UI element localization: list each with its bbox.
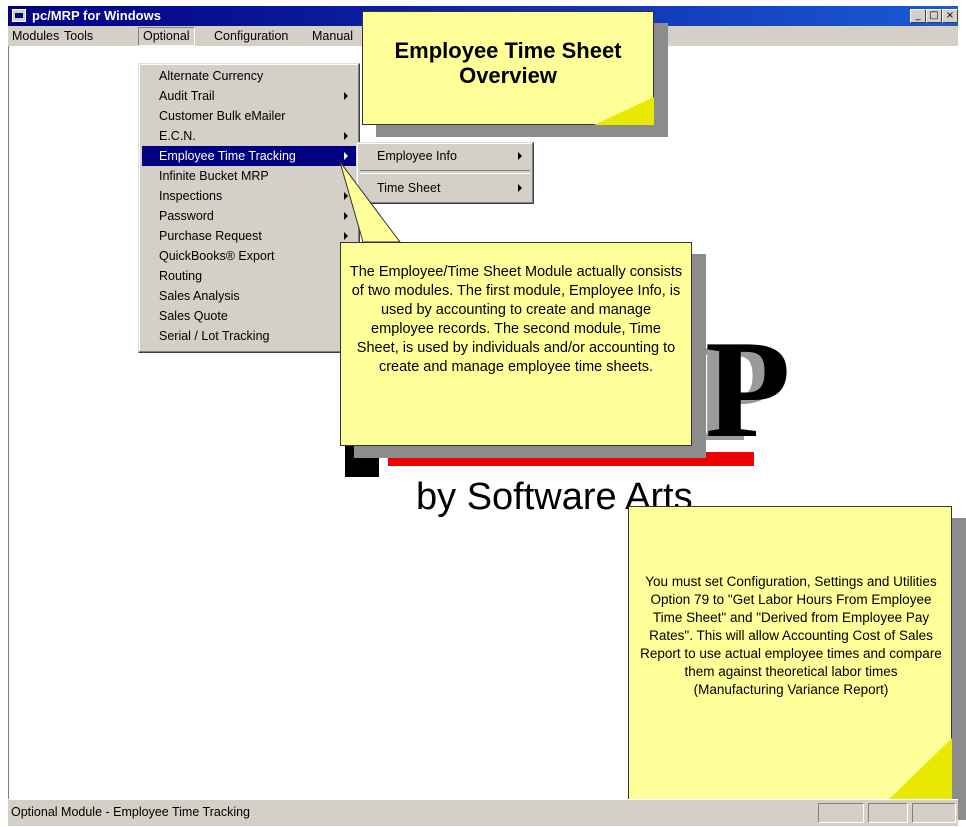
status-panel: [818, 803, 864, 823]
config-sticky-note: You must set Configuration, Settings and…: [628, 506, 952, 808]
status-text: Optional Module - Employee Time Tracking: [11, 805, 250, 819]
app-icon[interactable]: [12, 9, 26, 22]
modules-sticky-note: The Employee/Time Sheet Module actually …: [340, 242, 692, 446]
menu-item-serial-lot-tracking[interactable]: Serial / Lot Tracking: [142, 326, 356, 346]
maximize-button[interactable]: □: [926, 9, 942, 23]
status-bar: Optional Module - Employee Time Tracking: [8, 799, 958, 826]
close-button[interactable]: ×: [942, 9, 958, 23]
menu-manual[interactable]: Manual: [308, 28, 357, 45]
submenu-arrow-icon: [518, 184, 522, 192]
page-curl-icon: [594, 97, 654, 125]
page-curl-icon: [880, 738, 952, 808]
menu-item-alternate-currency[interactable]: Alternate Currency: [142, 66, 356, 86]
menu-optional[interactable]: Optional: [138, 27, 195, 46]
menu-item-inspections[interactable]: Inspections: [142, 186, 356, 206]
menu-item-sales-quote[interactable]: Sales Quote: [142, 306, 356, 326]
menu-item-sales-analysis[interactable]: Sales Analysis: [142, 286, 356, 306]
optional-menu: Alternate Currency Audit Trail Customer …: [138, 63, 360, 353]
submenu-arrow-icon: [344, 152, 348, 160]
note-config-text: You must set Configuration, Settings and…: [640, 574, 942, 697]
window-title: pc/MRP for Windows: [32, 8, 161, 23]
menu-item-routing[interactable]: Routing: [142, 266, 356, 286]
menu-item-audit-trail[interactable]: Audit Trail: [142, 86, 356, 106]
status-panel: [868, 803, 908, 823]
submenu-arrow-icon: [344, 132, 348, 140]
menu-item-infinite-bucket-mrp[interactable]: Infinite Bucket MRP: [142, 166, 356, 186]
menu-tools[interactable]: Tools: [60, 28, 97, 45]
menu-item-ecn[interactable]: E.C.N.: [142, 126, 356, 146]
submenu-arrow-icon: [518, 152, 522, 160]
submenu-arrow-icon: [344, 92, 348, 100]
title-sticky-note: Employee Time Sheet Overview: [362, 11, 654, 125]
menu-item-purchase-request[interactable]: Purchase Request: [142, 226, 356, 246]
note-modules-text: The Employee/Time Sheet Module actually …: [349, 264, 683, 375]
logo-letter: P: [705, 312, 791, 467]
menu-item-password[interactable]: Password: [142, 206, 356, 226]
menu-configuration[interactable]: Configuration: [210, 28, 292, 45]
callout-pointer: [339, 161, 401, 243]
logo-red-bar: [388, 452, 754, 466]
note-title: Employee Time Sheet Overview: [394, 38, 622, 88]
menu-item-quickbooks-export[interactable]: QuickBooks® Export: [142, 246, 356, 266]
minimize-button[interactable]: _: [910, 9, 926, 23]
menu-modules[interactable]: Modules: [8, 28, 63, 45]
menu-item-employee-time-tracking[interactable]: Employee Time Tracking: [142, 146, 356, 166]
menu-item-customer-bulk-emailer[interactable]: Customer Bulk eMailer: [142, 106, 356, 126]
status-panel: [912, 803, 956, 823]
